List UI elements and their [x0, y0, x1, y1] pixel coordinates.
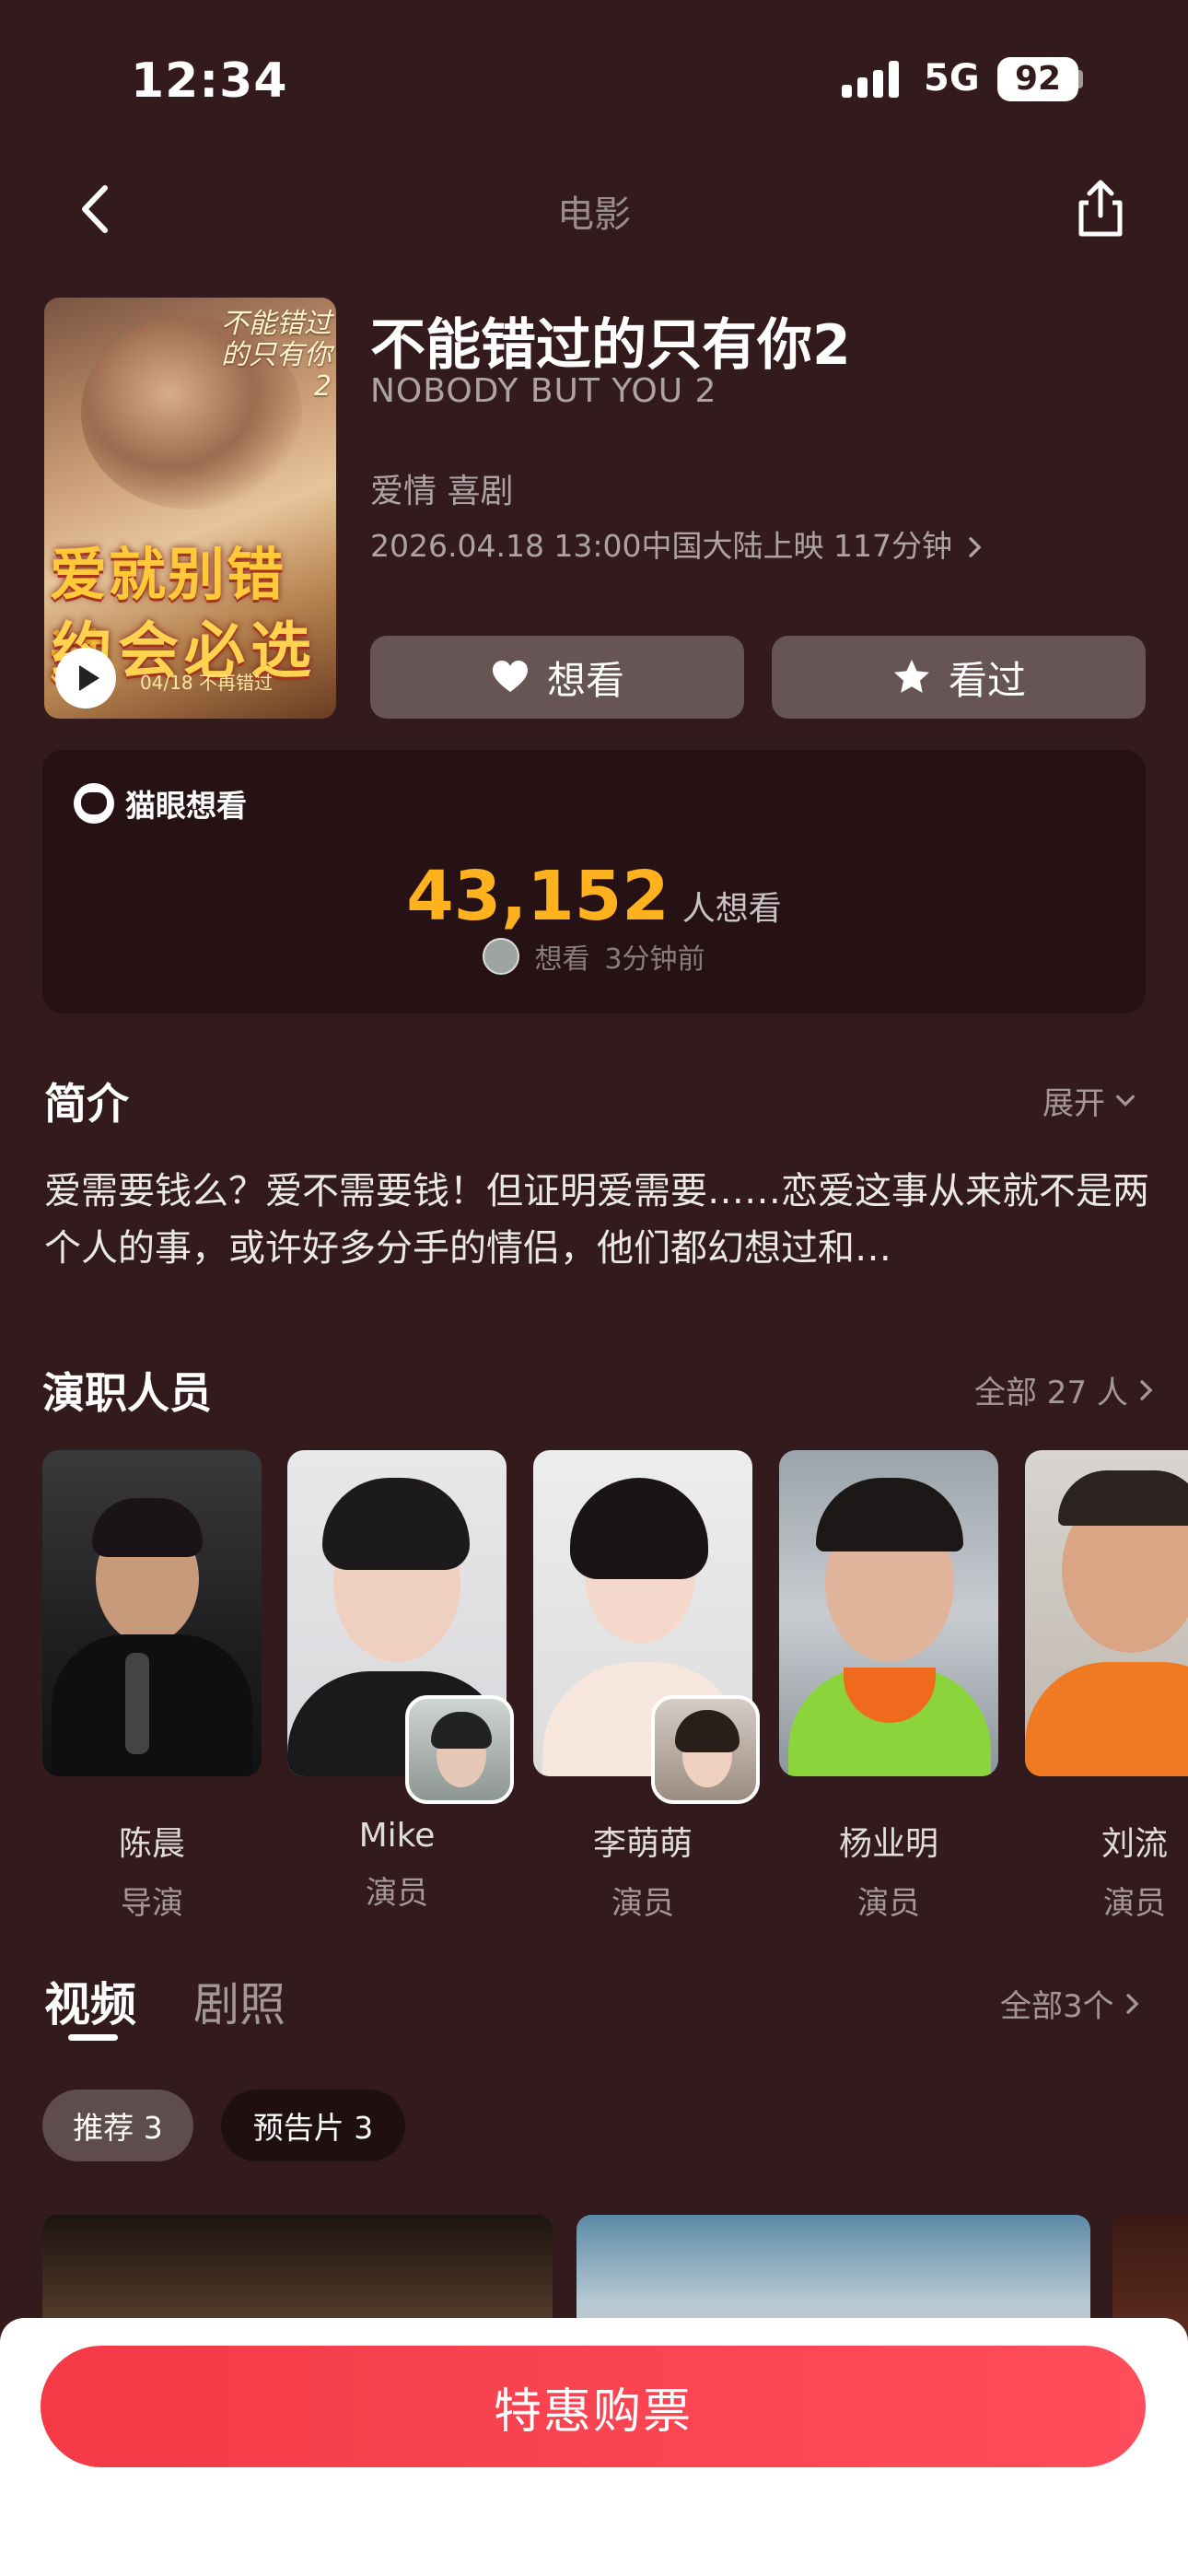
character-avatar [651, 1695, 760, 1804]
cast-name: 刘流 [1101, 1825, 1168, 1863]
cast-role: 演员 [1103, 1885, 1166, 1922]
videos-all-label: 全部3个 [1000, 1988, 1114, 2025]
recent-want-activity: 想看 3分钟前 [0, 936, 1188, 977]
cast-name: 杨业明 [838, 1825, 938, 1863]
chevron-right-icon [968, 537, 982, 557]
movie-genres: 爱情 喜剧 [370, 473, 514, 510]
synopsis-expand-button[interactable]: 展开 [1042, 1078, 1136, 1123]
want-to-watch-button[interactable]: 想看 [370, 636, 744, 719]
expand-label: 展开 [1042, 1085, 1105, 1122]
release-info-text: 2026.04.18 13:00中国大陆上映 117分钟 [370, 528, 953, 564]
maoyan-cat-icon [74, 783, 114, 824]
movie-poster[interactable]: 不能错过的只有你2 爱就别错过 约会必选 04/18 不再错过 [44, 298, 336, 719]
maoyan-want-text: 猫眼想看 [125, 788, 247, 824]
chevron-down-icon [1116, 1095, 1135, 1107]
chip-trailers[interactable]: 预告片 3 [221, 2090, 405, 2161]
cast-all-label: 全部 27 人 [974, 1375, 1128, 1411]
cast-photo [533, 1450, 760, 1804]
heart-icon [492, 661, 528, 692]
cast-role: 演员 [611, 1885, 674, 1922]
network-label: 5G [924, 57, 980, 100]
cast-photo [287, 1450, 514, 1804]
release-info[interactable]: 2026.04.18 13:00中国大陆上映 117分钟 [370, 521, 984, 566]
share-icon [1078, 180, 1123, 237]
movie-english-title: NOBODY BUT YOU 2 [370, 372, 717, 410]
want-count-number: 43,152 [406, 857, 670, 936]
cast-name: 陈晨 [118, 1825, 185, 1863]
cast-card[interactable]: 刘流 演员 [1025, 1450, 1188, 1923]
recent-time: 3分钟前 [604, 943, 705, 976]
share-button[interactable] [1066, 175, 1135, 243]
cast-card[interactable]: Mike 演员 [287, 1450, 514, 1913]
battery-icon: 92 [997, 57, 1078, 101]
cast-name: Mike [358, 1817, 436, 1855]
character-avatar [405, 1695, 514, 1804]
page-title: 电影 [557, 193, 631, 236]
synopsis-text: 爱需要钱么？爱不需要钱！但证明爱需要……恋爱这事从来就不是两个人的事，或许好多分… [44, 1170, 1149, 1270]
movie-detail-page: 12:34 5G 92 电影 不能错过的只有你2 爱就别错过 约会必选 04/1… [0, 0, 1188, 2576]
cast-photo [1025, 1450, 1188, 1776]
buy-ticket-button[interactable]: 特惠购票 [41, 2346, 1146, 2467]
avatar [483, 938, 520, 975]
chevron-right-icon [1125, 1993, 1139, 2014]
cast-card[interactable]: 杨业明 演员 [779, 1450, 998, 1923]
cast-card[interactable]: 陈晨 导演 [42, 1450, 262, 1923]
want-count: 43,152 人想看 [0, 857, 1188, 936]
synopsis-title: 简介 [44, 1079, 129, 1129]
want-to-watch-label: 想看 [546, 657, 624, 703]
want-count-unit: 人想看 [681, 890, 782, 928]
chevron-right-icon [1140, 1379, 1153, 1400]
tab-stills[interactable]: 剧照 [193, 1968, 285, 2034]
cast-card[interactable]: 李萌萌 演员 [533, 1450, 760, 1923]
cast-all-button[interactable]: 全部 27 人 [974, 1367, 1156, 1412]
cast-photo [779, 1450, 998, 1776]
videos-all-button[interactable]: 全部3个 [1000, 1981, 1142, 2026]
chip-recommended[interactable]: 推荐 3 [42, 2090, 193, 2161]
cast-photo [42, 1450, 262, 1776]
cast-title: 演职人员 [42, 1368, 212, 1418]
active-tab-indicator [68, 2034, 118, 2041]
recent-action: 想看 [534, 943, 590, 976]
status-time: 12:34 [131, 53, 288, 109]
poster-date: 04/18 不再错过 [140, 672, 273, 694]
star-icon [893, 660, 929, 693]
poster-logo: 不能错过的只有你2 [221, 308, 332, 403]
cast-role: 演员 [857, 1885, 920, 1922]
watched-label: 看过 [948, 657, 1026, 703]
play-icon[interactable] [55, 648, 116, 708]
cast-name: 李萌萌 [592, 1825, 693, 1863]
movie-title: 不能错过的只有你2 [370, 313, 851, 378]
maoyan-want-label: 猫眼想看 [74, 781, 247, 825]
watched-button[interactable]: 看过 [772, 636, 1146, 719]
cast-role: 演员 [366, 1875, 428, 1912]
signal-icon [842, 61, 899, 98]
tab-videos[interactable]: 视频 [44, 1968, 136, 2034]
battery-tip [1076, 70, 1083, 88]
cast-role: 导演 [121, 1885, 183, 1922]
